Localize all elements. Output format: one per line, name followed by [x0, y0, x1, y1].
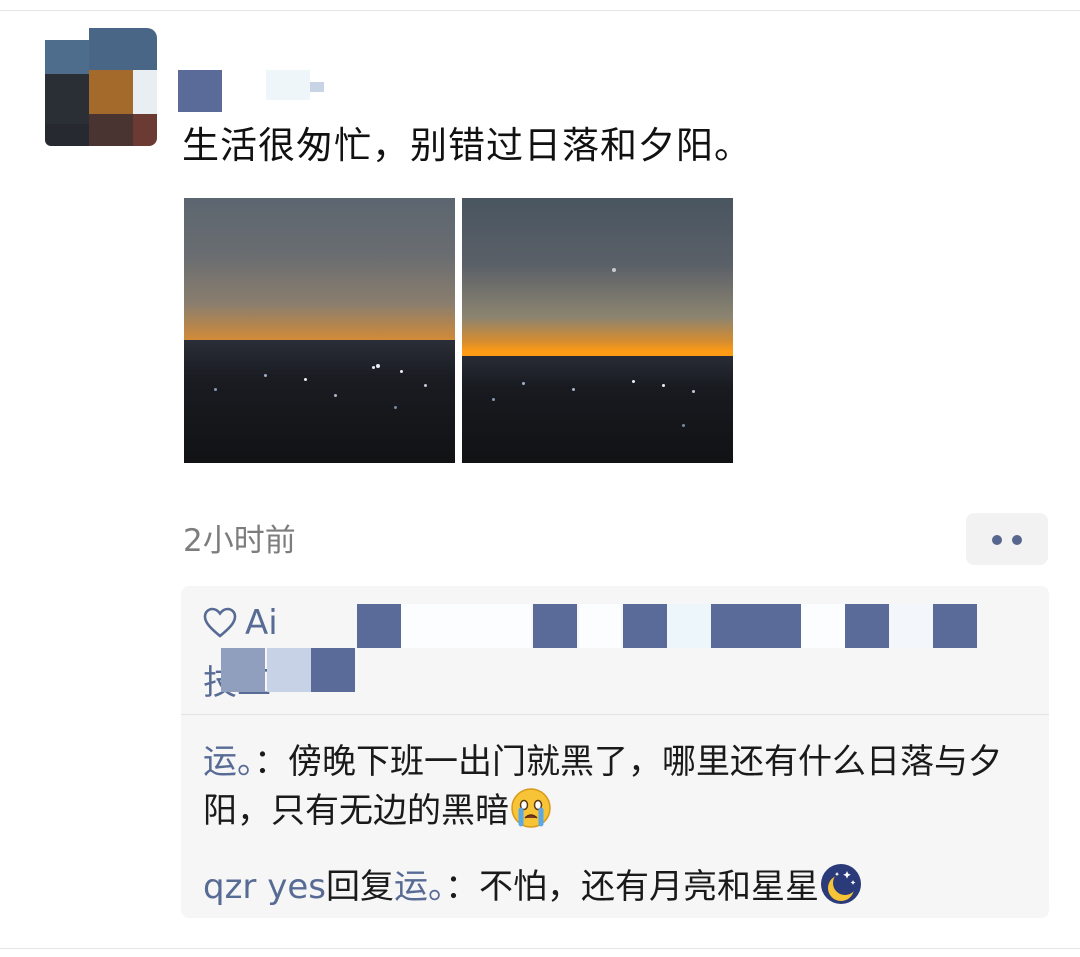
city-skyline	[462, 356, 733, 463]
comment-separator: ：	[444, 867, 479, 907]
comment-item[interactable]: 运。：傍晚下班一出门就黑了，哪里还有什么日落与夕阳，只有无边的黑暗	[203, 738, 1033, 835]
comment-separator: ：	[254, 742, 288, 782]
name-mosaic	[311, 648, 355, 692]
name-mosaic	[845, 604, 889, 648]
heart-icon	[203, 607, 237, 638]
username[interactable]	[178, 68, 348, 112]
top-divider	[0, 10, 1080, 11]
crescent-moon-emoji	[819, 862, 863, 906]
comment-author[interactable]: qzr yes	[203, 867, 326, 907]
name-mosaic	[357, 604, 401, 648]
name-mosaic	[623, 604, 667, 648]
post-text: 生活很匆忙，别错过日落和夕阳。	[182, 124, 752, 167]
name-mosaic	[801, 604, 845, 648]
name-mosaic	[401, 604, 531, 648]
name-mosaic	[667, 604, 711, 648]
reply-word: 回复	[325, 867, 394, 907]
comment-item[interactable]: qzr yes回复运。：不怕，还有月亮和星星	[203, 862, 1033, 911]
name-mosaic	[267, 648, 311, 692]
sunset-photo-1[interactable]	[184, 198, 455, 463]
comment-author[interactable]: 运。	[203, 742, 254, 782]
name-mosaic	[933, 604, 977, 648]
more-actions-button[interactable]	[966, 513, 1048, 565]
crying-face-emoji	[509, 786, 553, 830]
name-mosaic	[357, 670, 517, 694]
name-mosaic	[579, 604, 621, 648]
bottom-divider	[0, 948, 1080, 949]
comment-text: 傍晚下班一出门就黑了，哪里还有什么日落与夕阳，只有无边的黑暗	[203, 742, 1002, 831]
city-skyline	[184, 340, 455, 463]
post-time: 2小时前	[183, 523, 296, 559]
dot-icon	[1012, 535, 1022, 545]
likes-list: Ai 宇 技工	[181, 586, 1049, 714]
dot-icon	[992, 535, 1002, 545]
name-mosaic	[711, 604, 801, 648]
like-name-start[interactable]: Ai	[245, 600, 278, 646]
sunset-photo-2[interactable]	[462, 198, 733, 463]
name-mosaic	[889, 604, 933, 648]
avatar[interactable]	[45, 28, 157, 148]
name-mosaic	[533, 604, 577, 648]
name-mosaic	[221, 648, 265, 692]
reply-to-author[interactable]: 运。	[394, 867, 445, 907]
comment-text: 不怕，还有月亮和星星	[478, 867, 819, 907]
interaction-panel: Ai 宇 技工 运。：傍晚下班一出门就黑了，哪里还有什么日落与夕阳，只有无边的黑…	[181, 586, 1049, 918]
divider	[181, 714, 1049, 715]
